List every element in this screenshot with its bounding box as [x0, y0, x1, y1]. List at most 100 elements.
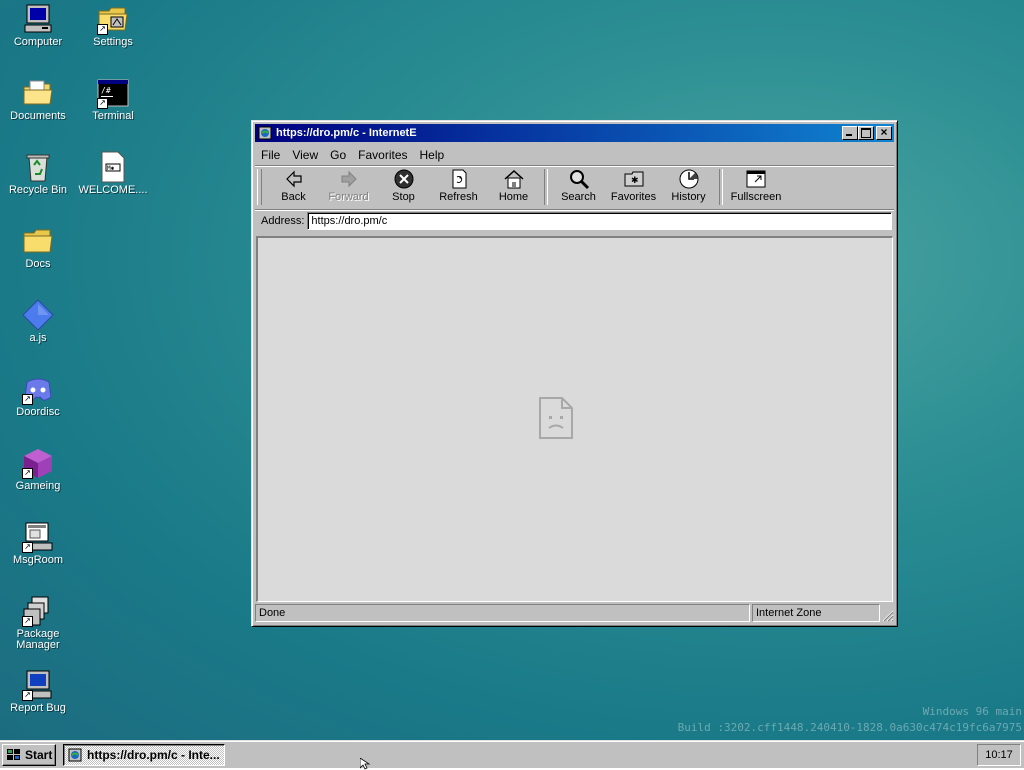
menu-go[interactable]: Go — [324, 148, 352, 162]
maximize-icon — [861, 128, 871, 138]
favorites-label: Favorites — [610, 191, 657, 203]
back-arrow-icon — [285, 170, 302, 188]
shortcut-arrow-icon: ↗ — [22, 542, 33, 553]
home-button[interactable]: Home — [486, 167, 541, 207]
desktop-icon-package-manager[interactable]: ↗ Package Manager — [1, 595, 75, 651]
taskbar: Start https://dro.pm/c - Inte... 10:17 — [0, 740, 1024, 768]
favorites-folder-icon: ✱ — [624, 171, 643, 187]
javascript-file-icon — [22, 299, 54, 331]
history-button[interactable]: History — [661, 167, 716, 207]
toolbar-separator — [719, 169, 723, 205]
search-button[interactable]: Search — [551, 167, 606, 207]
close-button[interactable]: × — [876, 126, 892, 140]
search-label: Search — [561, 191, 596, 203]
minimize-button[interactable] — [842, 126, 858, 140]
window-titlebar[interactable]: https://dro.pm/c - InternetE × — [255, 124, 894, 142]
desktop-icon-welcome[interactable]: M✱ WELCOME.... — [76, 151, 150, 196]
desktop-icon-label: Computer — [13, 36, 63, 48]
forward-label: Forward — [328, 191, 369, 203]
status-text: Done — [255, 604, 750, 622]
package-manager-icon: ↗ — [22, 595, 54, 627]
shortcut-arrow-icon: ↗ — [97, 24, 108, 35]
desktop-icon-msgroom[interactable]: ↗ MsgRoom — [1, 521, 75, 566]
recycle-bin-icon — [22, 151, 54, 183]
desktop-icon-documents[interactable]: Documents — [1, 77, 75, 122]
cube-game-icon: ↗ — [22, 447, 54, 479]
svg-text:✱: ✱ — [631, 176, 639, 186]
address-bar: Address: https://dro.pm/c — [255, 210, 894, 232]
desktop-icon-terminal[interactable]: /# ↗ Terminal — [76, 77, 150, 122]
address-input[interactable]: https://dro.pm/c — [307, 212, 892, 230]
back-button[interactable]: Back — [266, 167, 321, 207]
svg-text:M✱: M✱ — [107, 165, 115, 172]
desktop-icon-label: Doordisc — [16, 406, 60, 418]
shortcut-arrow-icon: ↗ — [22, 616, 33, 627]
desktop-icon-gameing[interactable]: ↗ Gameing — [1, 447, 75, 492]
desktop-icon-label: MsgRoom — [12, 554, 64, 566]
resize-grip-icon[interactable] — [880, 604, 894, 622]
shortcut-arrow-icon: ↗ — [97, 98, 108, 109]
menu-help[interactable]: Help — [414, 148, 451, 162]
desktop-icon-label: WELCOME.... — [78, 184, 148, 196]
fullscreen-button[interactable]: Fullscreen — [726, 167, 786, 207]
toolbar-separator — [544, 169, 548, 205]
menu-bar: File View Go Favorites Help — [255, 145, 894, 166]
build-watermark-line1: Windows 96 main — [922, 705, 1022, 718]
status-bar: Done Internet Zone — [255, 604, 894, 622]
browser-window[interactable]: https://dro.pm/c - InternetE × File View… — [251, 120, 898, 627]
svg-text:/#: /# — [101, 86, 111, 95]
page-content-area[interactable] — [256, 236, 893, 602]
search-icon — [569, 170, 589, 190]
desktop-icon-label: a.js — [29, 332, 47, 344]
desktop-icon-label: Docs — [25, 258, 51, 270]
shortcut-arrow-icon: ↗ — [22, 690, 33, 701]
report-bug-icon: ↗ — [22, 669, 54, 701]
msgroom-icon: ↗ — [22, 521, 54, 553]
desktop: Computer Documents Recycle Bin Docs a.js… — [0, 0, 1024, 740]
desktop-icon-doordisc[interactable]: ↗ Doordisc — [1, 373, 75, 418]
history-clock-icon — [679, 169, 698, 189]
text-document-icon: M✱ — [97, 151, 129, 183]
menu-view[interactable]: View — [286, 148, 324, 162]
menu-favorites[interactable]: Favorites — [352, 148, 413, 162]
desktop-icon-a-js[interactable]: a.js — [1, 299, 75, 344]
home-label: Home — [498, 191, 529, 203]
computer-icon — [22, 3, 54, 35]
forward-arrow-icon — [341, 170, 357, 188]
stop-button[interactable]: Stop — [376, 167, 431, 207]
history-label: History — [671, 191, 706, 203]
desktop-icon-recycle-bin[interactable]: Recycle Bin — [1, 151, 75, 196]
fullscreen-label: Fullscreen — [730, 191, 782, 203]
back-label: Back — [281, 191, 306, 203]
start-button[interactable]: Start — [2, 744, 56, 766]
stop-label: Stop — [392, 191, 415, 203]
address-label: Address: — [261, 215, 305, 227]
desktop-icon-settings[interactable]: ↗ Settings — [76, 3, 150, 48]
taskbar-button-browser[interactable]: https://dro.pm/c - Inte... — [63, 744, 225, 766]
documents-folder-icon — [22, 77, 54, 109]
desktop-icon-computer[interactable]: Computer — [1, 3, 75, 48]
desktop-icon-label: Package Manager — [16, 628, 60, 651]
status-zone: Internet Zone — [752, 604, 880, 622]
fullscreen-icon — [746, 170, 766, 188]
favorites-button[interactable]: ✱ Favorites — [606, 167, 661, 207]
system-tray-clock[interactable]: 10:17 — [977, 744, 1021, 766]
desktop-icon-report-bug[interactable]: ↗ Report Bug — [1, 669, 75, 714]
forward-button[interactable]: Forward — [321, 167, 376, 207]
shortcut-arrow-icon: ↗ — [22, 468, 33, 479]
home-icon — [504, 169, 523, 189]
refresh-button[interactable]: Refresh — [431, 167, 486, 207]
terminal-icon: /# ↗ — [97, 77, 129, 109]
desktop-icon-docs[interactable]: Docs — [1, 225, 75, 270]
menu-file[interactable]: File — [255, 148, 286, 162]
internet-explorer-icon — [258, 126, 272, 140]
minimize-icon — [846, 134, 852, 136]
refresh-label: Refresh — [439, 191, 478, 203]
build-watermark-line2: Build :3202.cff1448.240410-1828.0a630c47… — [677, 721, 1022, 734]
mouse-cursor-icon — [360, 758, 371, 770]
desktop-icon-label: Settings — [93, 36, 133, 48]
maximize-button[interactable] — [858, 126, 874, 140]
settings-icon: ↗ — [97, 3, 129, 35]
toolbar-grip[interactable] — [257, 169, 262, 205]
desktop-icon-label: Report Bug — [10, 702, 66, 714]
